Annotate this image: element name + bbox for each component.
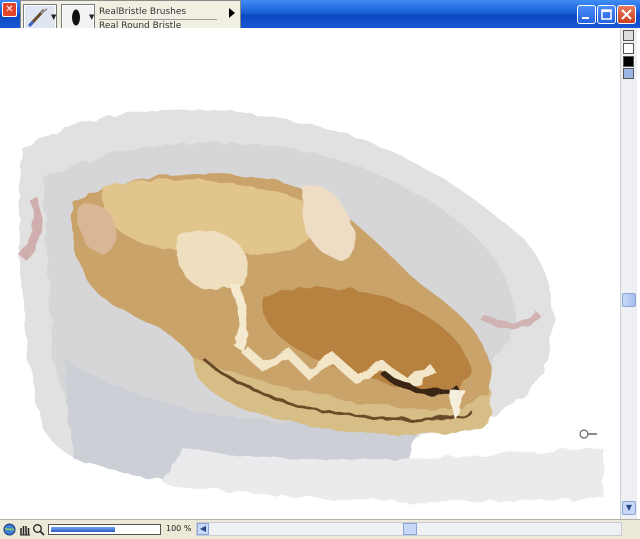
expand-panel-arrow-icon[interactable]: [226, 7, 238, 19]
scroll-down-arrow-icon[interactable]: ▼: [622, 501, 636, 515]
variant-dropdown-arrow-icon[interactable]: ▼: [89, 13, 94, 21]
minimize-button[interactable]: [577, 5, 596, 24]
status-bar: 100 % ◀: [0, 519, 640, 539]
navigator-toggle-icon[interactable]: [623, 30, 634, 41]
vertical-scrollbar[interactable]: ▼: [620, 28, 637, 519]
vertical-scroll-thumb[interactable]: [622, 293, 636, 307]
scroll-left-arrow-icon[interactable]: ◀: [197, 523, 209, 535]
painter-document-window: ✕ ▼ ▼ RealBristle Brushes Real Round Bri…: [0, 0, 640, 539]
brush-cursor-icon: [579, 429, 597, 439]
grabber-hand-icon[interactable]: [18, 523, 31, 536]
grid-toggle-icon[interactable]: [623, 68, 634, 79]
close-button[interactable]: [617, 5, 636, 24]
minimize-icon: [582, 17, 589, 19]
globe-icon[interactable]: [3, 523, 16, 536]
zoom-percent-label: 100 %: [166, 524, 192, 533]
brush-category-name: RealBristle Brushes: [99, 7, 187, 17]
category-dropdown-arrow-icon[interactable]: ▼: [51, 13, 56, 21]
document-close-icon[interactable]: ✕: [2, 2, 17, 17]
magnifier-icon[interactable]: [32, 523, 45, 536]
zoom-slider-fill: [51, 527, 116, 532]
close-icon: [621, 9, 632, 20]
maximize-icon: [601, 9, 612, 20]
horizontal-scrollbar[interactable]: ◀: [196, 522, 622, 536]
maximize-button[interactable]: [597, 5, 616, 24]
zoom-slider[interactable]: [48, 524, 161, 535]
tracing-paper-icon[interactable]: [623, 56, 634, 67]
paper-color-icon[interactable]: [623, 43, 634, 54]
divider: [99, 19, 217, 20]
horizontal-scroll-thumb[interactable]: [403, 523, 417, 535]
painting-skull-artwork: [19, 109, 603, 503]
drawing-canvas[interactable]: [3, 28, 619, 519]
